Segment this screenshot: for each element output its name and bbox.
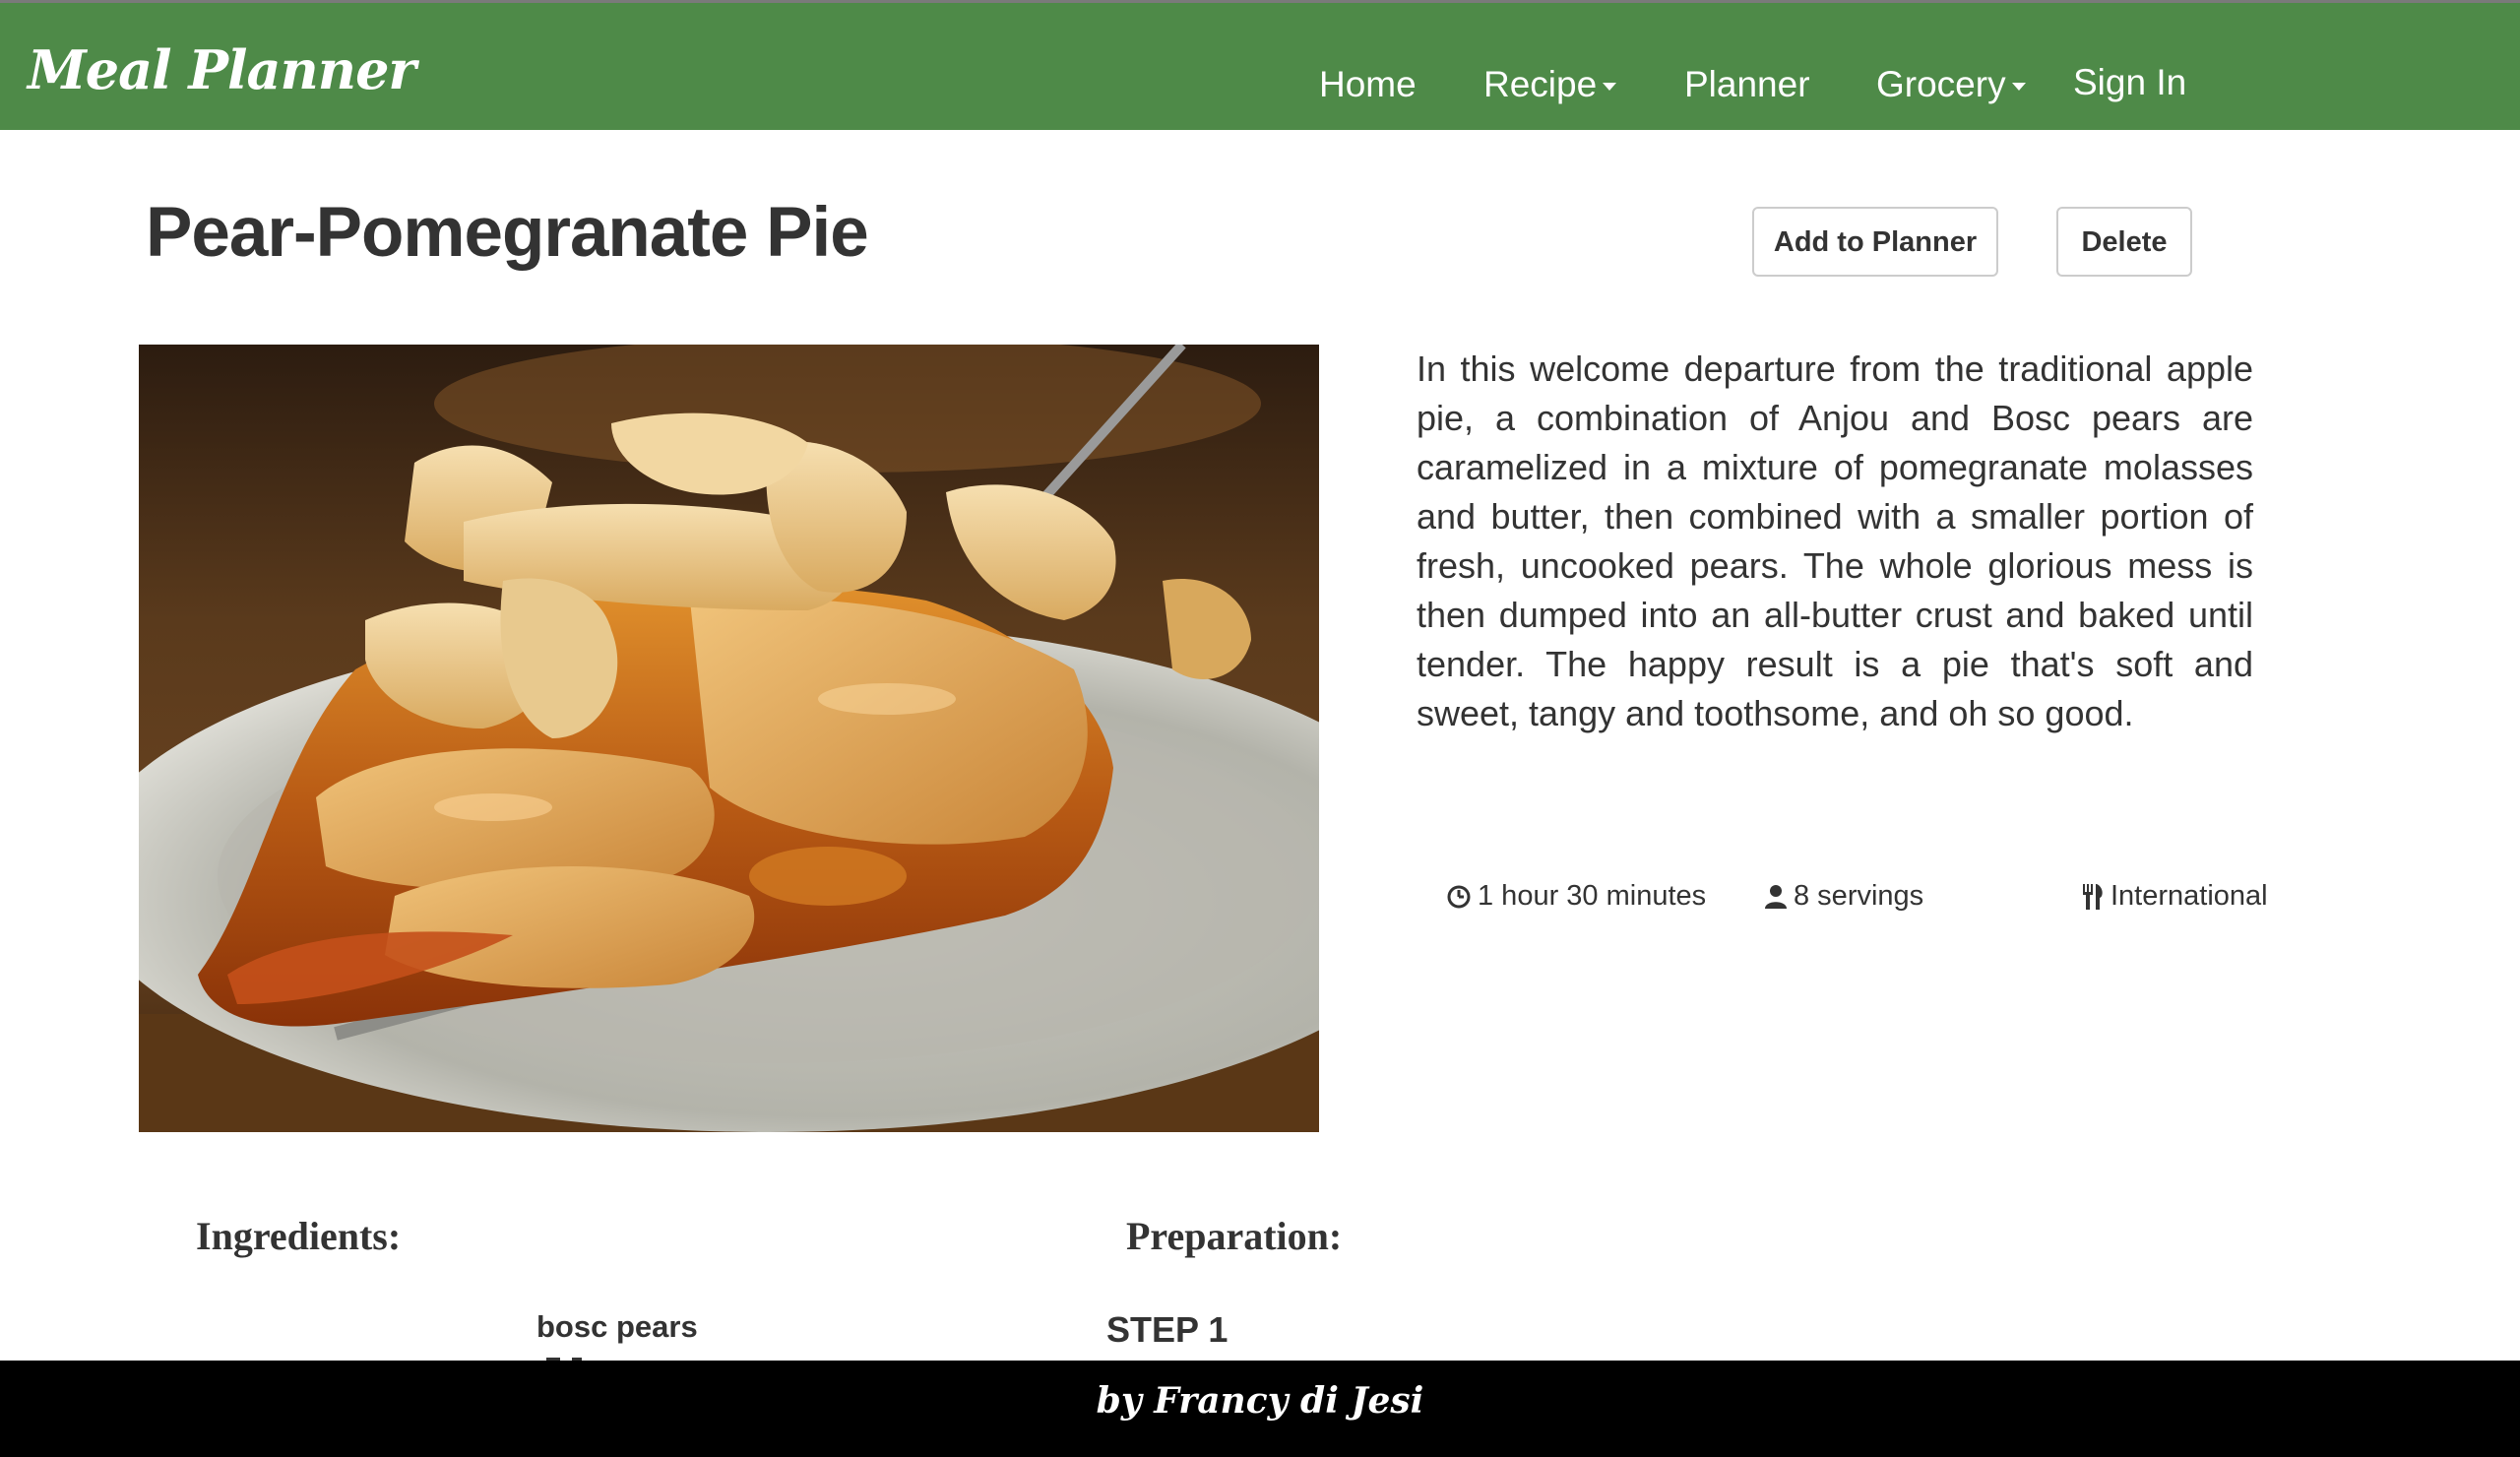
user-icon — [1765, 884, 1787, 909]
nav-planner-label: Planner — [1684, 64, 1810, 104]
navbar: Meal Planner Home Recipe Planner Grocery… — [0, 0, 2520, 130]
nav-grocery-label: Grocery — [1876, 64, 2006, 104]
recipe-image — [139, 345, 1319, 1132]
pie-slice-photo — [139, 345, 1319, 1132]
step-heading: STEP 1 — [1106, 1309, 1228, 1350]
servings-label: 8 servings — [1794, 880, 1924, 912]
cook-time-label: 1 hour 30 minutes — [1478, 880, 1707, 912]
cutlery-icon — [2083, 883, 2103, 910]
add-to-planner-button[interactable]: Add to Planner — [1752, 207, 1998, 277]
clock-icon — [1447, 885, 1471, 908]
servings: 8 servings — [1764, 880, 1923, 913]
nav-home-label: Home — [1319, 64, 1417, 104]
nav-home[interactable]: Home — [1319, 64, 1417, 105]
brand-logo[interactable]: Meal Planner — [28, 38, 416, 101]
footer: by Francy di Jesi — [0, 1361, 2520, 1457]
cook-time: 1 hour 30 minutes — [1446, 880, 1706, 913]
ingredient-item-cutoff — [536, 1351, 655, 1361]
cut-text-fragment — [546, 1358, 582, 1361]
nav-recipe-dropdown[interactable]: Recipe — [1483, 64, 1617, 105]
caret-down-icon — [1603, 83, 1617, 92]
recipe-description: In this welcome departure from the tradi… — [1417, 348, 2253, 733]
nav-sign-in[interactable]: Sign In — [2073, 62, 2186, 103]
caret-down-icon — [2011, 83, 2026, 92]
nav-planner[interactable]: Planner — [1684, 64, 1810, 105]
cuisine: International — [2081, 880, 2268, 913]
cuisine-label: International — [2110, 880, 2268, 912]
nav-recipe-label: Recipe — [1483, 64, 1598, 104]
preparation-heading: Preparation: — [1126, 1214, 1343, 1258]
footer-credit: by Francy di Jesi — [1096, 1380, 1424, 1422]
ingredients-heading: Ingredients: — [196, 1214, 402, 1258]
nav-grocery-dropdown[interactable]: Grocery — [1876, 64, 2026, 105]
ingredient-item: bosc pears — [536, 1309, 698, 1344]
delete-button[interactable]: Delete — [2056, 207, 2192, 277]
nav-sign-in-label: Sign In — [2073, 62, 2187, 102]
recipe-title: Pear-Pomegranate Pie — [146, 194, 869, 272]
